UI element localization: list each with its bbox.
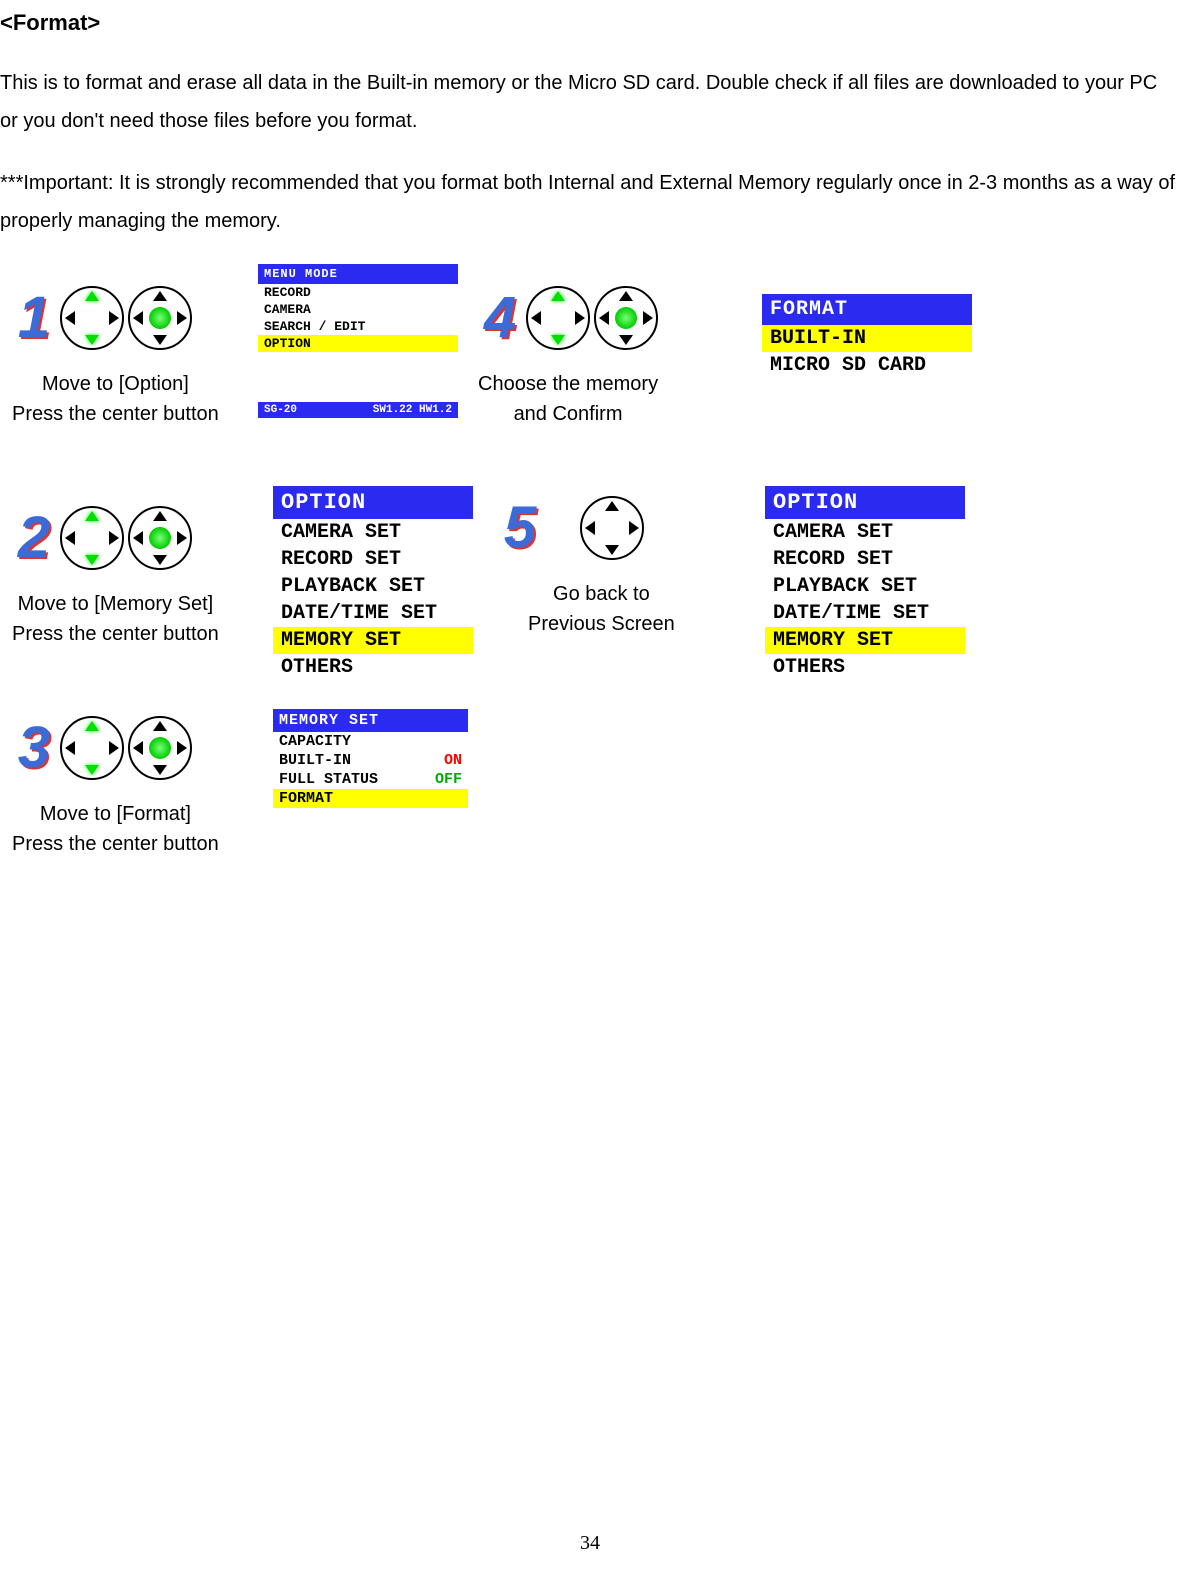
- option-row: RECORD SET: [765, 546, 965, 573]
- screen-format-title: FORMAT: [762, 294, 972, 325]
- step-number-2: 2: [12, 504, 56, 571]
- step-2-line2: Press the center button: [12, 619, 219, 649]
- dpad-updown-icon: [60, 506, 124, 570]
- option-row-selected: MEMORY SET: [273, 627, 473, 654]
- screen-format: FORMAT BUILT-IN MICRO SD CARD: [762, 294, 972, 379]
- dpad-updown-icon: [526, 286, 590, 350]
- step-1-line1: Move to [Option]: [12, 369, 219, 399]
- step-1: 1 Move to [Option] Press the center butt…: [12, 284, 219, 429]
- screen-option-right: OPTION CAMERA SET RECORD SET PLAYBACK SE…: [765, 486, 965, 681]
- dpad-center-icon: [128, 506, 192, 570]
- screen-option-title: OPTION: [765, 486, 965, 519]
- menu-row: SEARCH / EDIT: [258, 318, 458, 335]
- step-3: 3 Move to [Format] Press the center butt…: [12, 714, 219, 859]
- step-1-caption: Move to [Option] Press the center button: [12, 369, 219, 429]
- dpad-center-icon: [128, 716, 192, 780]
- step-5: 5 Go back to Previous Screen: [498, 494, 675, 639]
- paragraph-intro: This is to format and erase all data in …: [0, 64, 1180, 140]
- option-row-selected: MEMORY SET: [765, 627, 965, 654]
- dpad-updown-icon: [60, 716, 124, 780]
- screen-memset-title: MEMORY SET: [273, 709, 468, 732]
- format-row: MICRO SD CARD: [762, 352, 972, 379]
- status-left: SG-20: [264, 404, 297, 416]
- step-3-line1: Move to [Format]: [12, 799, 219, 829]
- step-4: 4 Choose the memory and Confirm: [478, 284, 658, 429]
- option-row: DATE/TIME SET: [273, 600, 473, 627]
- paragraph-important: ***Important: It is strongly recommended…: [0, 164, 1180, 240]
- dpad-center-icon: [594, 286, 658, 350]
- step-2-line1: Move to [Memory Set]: [12, 589, 219, 619]
- option-row: DATE/TIME SET: [765, 600, 965, 627]
- step-3-caption: Move to [Format] Press the center button: [12, 799, 219, 859]
- memset-row-selected: FORMAT: [273, 789, 468, 808]
- memset-row: CAPACITY: [273, 732, 468, 751]
- step-number-4: 4: [478, 284, 522, 351]
- step-4-line1: Choose the memory: [478, 369, 658, 399]
- page-number: 34: [580, 1532, 600, 1555]
- option-row: CAMERA SET: [273, 519, 473, 546]
- option-row: OTHERS: [273, 654, 473, 681]
- dpad-updown-plain-icon: [580, 496, 644, 560]
- screen-memory-set: MEMORY SET CAPACITY BUILT-INON FULL STAT…: [273, 709, 468, 808]
- screen-statusbar: SG-20 SW1.22 HW1.2: [258, 402, 458, 418]
- step-4-caption: Choose the memory and Confirm: [478, 369, 658, 429]
- screen-option-left: OPTION CAMERA SET RECORD SET PLAYBACK SE…: [273, 486, 473, 681]
- section-heading: <Format>: [0, 10, 1180, 36]
- menu-row: CAMERA: [258, 301, 458, 318]
- step-4-line2: and Confirm: [478, 399, 658, 429]
- screen-menu-title: MENU MODE: [258, 264, 458, 284]
- step-number-3: 3: [12, 714, 56, 781]
- step-number-5: 5: [498, 494, 542, 561]
- steps-container: 1 Move to [Option] Press the center butt…: [0, 264, 1180, 1164]
- dpad-updown-icon: [60, 286, 124, 350]
- screen-menu-mode: MENU MODE RECORD CAMERA SEARCH / EDIT OP…: [258, 264, 458, 418]
- option-row: PLAYBACK SET: [765, 573, 965, 600]
- step-5-line2: Previous Screen: [528, 609, 675, 639]
- option-row: CAMERA SET: [765, 519, 965, 546]
- step-2-caption: Move to [Memory Set] Press the center bu…: [12, 589, 219, 649]
- dpad-center-icon: [128, 286, 192, 350]
- step-5-line1: Go back to: [528, 579, 675, 609]
- step-3-line2: Press the center button: [12, 829, 219, 859]
- step-1-line2: Press the center button: [12, 399, 219, 429]
- option-row: OTHERS: [765, 654, 965, 681]
- step-5-caption: Go back to Previous Screen: [528, 579, 675, 639]
- memset-row: FULL STATUSOFF: [273, 770, 468, 789]
- step-number-1: 1: [12, 284, 56, 351]
- status-right: SW1.22 HW1.2: [373, 404, 452, 416]
- menu-row-selected: OPTION: [258, 335, 458, 352]
- format-row-selected: BUILT-IN: [762, 325, 972, 352]
- memset-row: BUILT-INON: [273, 751, 468, 770]
- option-row: PLAYBACK SET: [273, 573, 473, 600]
- step-2: 2 Move to [Memory Set] Press the center …: [12, 504, 219, 649]
- screen-option-title: OPTION: [273, 486, 473, 519]
- option-row: RECORD SET: [273, 546, 473, 573]
- menu-row: RECORD: [258, 284, 458, 301]
